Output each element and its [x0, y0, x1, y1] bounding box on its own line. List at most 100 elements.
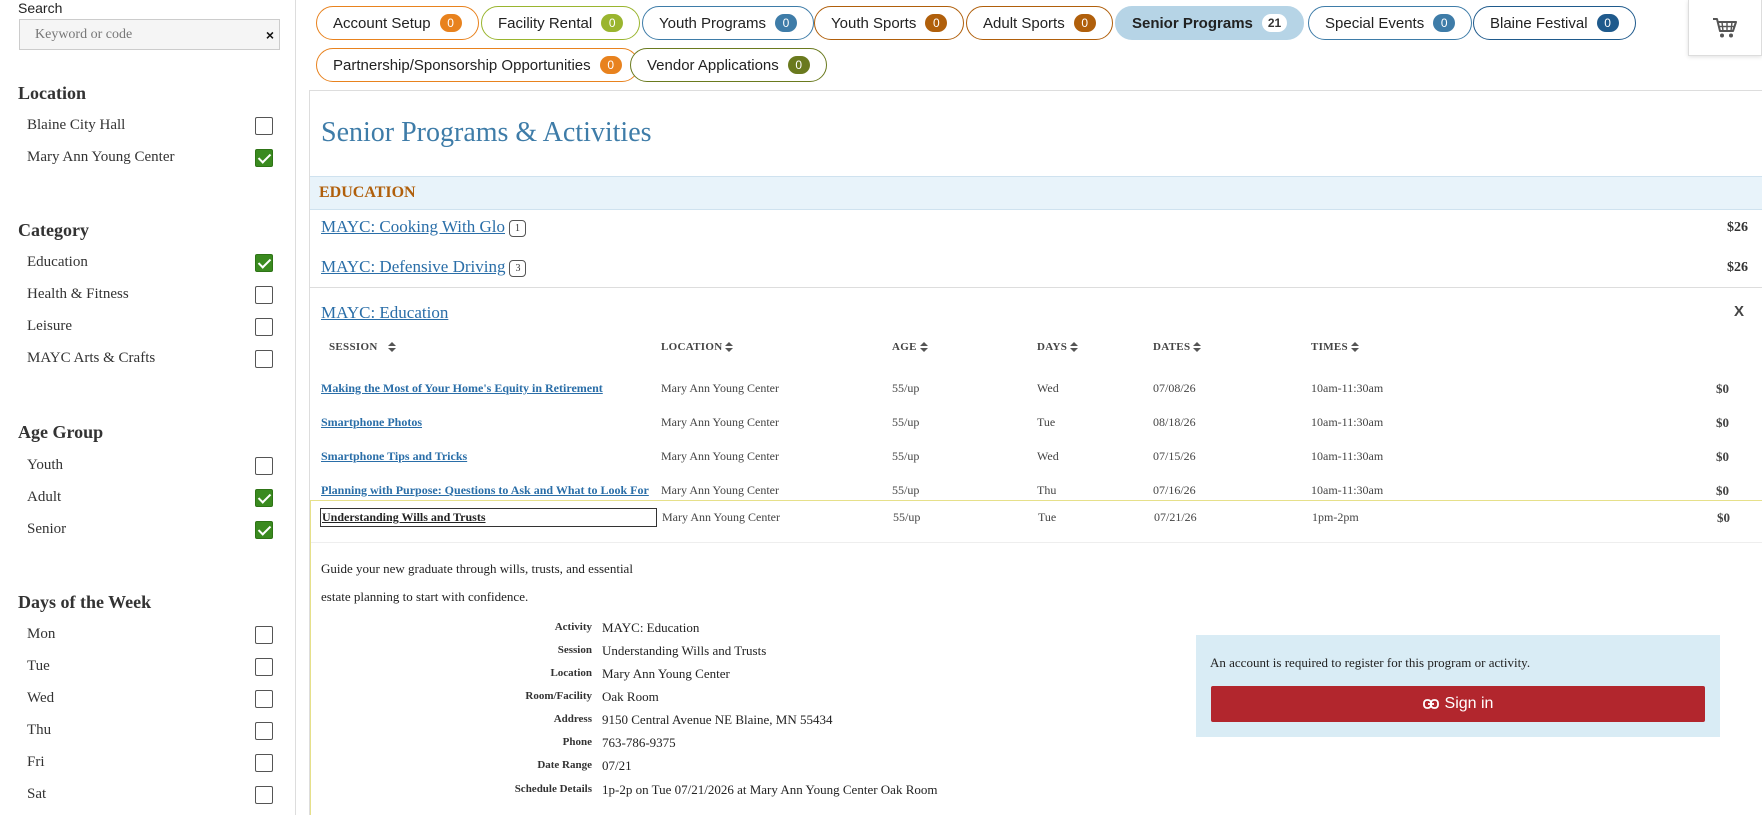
checkbox[interactable] [255, 658, 273, 676]
filter-label: Sat [27, 786, 47, 802]
filter-day-tue[interactable]: Tue [27, 656, 273, 678]
filter-day-wed[interactable]: Wed [27, 688, 273, 710]
tab-label: Blaine Festival [1490, 14, 1588, 32]
filter-title-age-group: Age Group [18, 422, 104, 442]
tab-count-badge: 21 [1261, 14, 1288, 32]
checkbox[interactable] [255, 626, 273, 644]
checkbox[interactable] [255, 286, 273, 304]
session-location: Mary Ann Young Center [661, 381, 780, 395]
detail-location: Location Mary Ann Young Center [311, 666, 1011, 686]
activity-link-education[interactable]: MAYC: Education [321, 303, 448, 323]
tab-count-badge: 0 [1073, 14, 1096, 32]
table-row: Smartphone Tips and Tricks Mary Ann Youn… [310, 441, 1762, 471]
column-header-dates[interactable]: DATES [1153, 341, 1202, 353]
filter-category-education[interactable]: Education [27, 252, 273, 274]
cart-button[interactable] [1688, 0, 1762, 56]
tab-partnership-sponsorship[interactable]: Partnership/Sponsorship Opportunities 0 [316, 48, 639, 82]
filter-day-thu[interactable]: Thu [27, 720, 273, 742]
tab-label: Partnership/Sponsorship Opportunities [333, 56, 591, 74]
session-count-badge: 3 [509, 259, 527, 277]
checkbox[interactable] [255, 457, 273, 475]
column-header-location[interactable]: LOCATION [661, 341, 734, 353]
activity-link-cooking-with-glo[interactable]: MAYC: Cooking With Glo 1 [321, 217, 526, 237]
column-header-label: AGE [892, 341, 917, 353]
detail-key: Activity [554, 621, 592, 633]
activity-name: MAYC: Defensive Driving [321, 257, 506, 276]
detail-value: 1p-2p on Tue 07/21/2026 at Mary Ann Youn… [602, 782, 938, 797]
filter-title-location: Location [18, 83, 87, 103]
filter-category-mayc-arts-crafts[interactable]: MAYC Arts & Crafts [27, 348, 273, 370]
filter-location-mary-ann-young-center[interactable]: Mary Ann Young Center [27, 147, 273, 169]
filter-category-health-fitness[interactable]: Health & Fitness [27, 284, 273, 306]
column-header-label: DATES [1153, 341, 1191, 353]
tab-adult-sports[interactable]: Adult Sports 0 [966, 6, 1113, 40]
collapse-activity-button[interactable]: X [1734, 303, 1744, 320]
column-header-label: SESSION [329, 341, 378, 353]
session-link[interactable]: Smartphone Tips and Tricks [321, 449, 654, 464]
filter-label: Adult [27, 489, 62, 505]
session-link[interactable]: Planning with Purpose: Questions to Ask … [321, 483, 654, 498]
tab-vendor-applications[interactable]: Vendor Applications 0 [630, 48, 827, 82]
sign-in-button[interactable]: Sign in [1211, 686, 1705, 722]
checkbox[interactable] [255, 786, 273, 804]
tab-count-badge: 0 [925, 14, 948, 32]
session-link[interactable]: Smartphone Photos [321, 415, 654, 430]
session-link[interactable]: Making the Most of Your Home's Equity in… [321, 381, 654, 396]
tab-special-events[interactable]: Special Events 0 [1308, 6, 1473, 40]
checkbox[interactable] [255, 489, 273, 507]
checkbox[interactable] [255, 754, 273, 772]
activity-link-defensive-driving[interactable]: MAYC: Defensive Driving 3 [321, 257, 527, 277]
checkbox[interactable] [255, 254, 273, 272]
session-location: Mary Ann Young Center [661, 483, 780, 497]
session-price: $0 [1717, 510, 1730, 525]
page-title: Senior Programs & Activities [321, 117, 652, 148]
tab-youth-sports[interactable]: Youth Sports 0 [814, 6, 965, 40]
filter-age-senior[interactable]: Senior [27, 519, 273, 541]
column-header-days[interactable]: DAYS [1037, 341, 1079, 353]
tab-facility-rental[interactable]: Facility Rental 0 [481, 6, 641, 40]
column-header-session[interactable]: SESSION [329, 341, 396, 353]
checkbox[interactable] [255, 117, 273, 135]
clear-search-icon[interactable]: × [266, 27, 274, 43]
search-box: × [19, 19, 280, 50]
shopping-cart-icon [1713, 17, 1737, 37]
tab-blaine-festival[interactable]: Blaine Festival 0 [1473, 6, 1636, 40]
filter-location-blaine-city-hall[interactable]: Blaine City Hall [27, 115, 273, 137]
sort-icon [1350, 341, 1359, 353]
detail-value: Understanding Wills and Trusts [602, 643, 767, 658]
filter-day-mon[interactable]: Mon [27, 624, 273, 646]
session-dates: 07/08/26 [1153, 381, 1196, 395]
filter-day-sat[interactable]: Sat [27, 784, 273, 806]
session-age: 55/up [892, 381, 920, 395]
filter-category-leisure[interactable]: Leisure [27, 316, 273, 338]
checkbox[interactable] [255, 690, 273, 708]
tab-senior-programs[interactable]: Senior Programs 21 [1115, 6, 1305, 40]
search-input[interactable] [20, 20, 245, 49]
session-days: Wed [1037, 381, 1059, 395]
checkbox[interactable] [255, 521, 273, 539]
detail-key: Phone [562, 736, 592, 748]
activity-price: $26 [1727, 260, 1748, 275]
detail-phone: Phone 763-786-9375 [311, 735, 1011, 755]
column-header-age[interactable]: AGE [892, 341, 928, 353]
filter-age-adult[interactable]: Adult [27, 487, 273, 509]
tab-label: Special Events [1325, 14, 1425, 32]
tab-label: Senior Programs [1132, 14, 1253, 32]
session-location: Mary Ann Young Center [662, 510, 781, 524]
checkbox[interactable] [255, 149, 273, 167]
checkbox[interactable] [255, 350, 273, 368]
sort-icon [919, 341, 928, 353]
checkbox[interactable] [255, 722, 273, 740]
filter-day-fri[interactable]: Fri [27, 752, 273, 774]
filter-label: Wed [27, 690, 55, 706]
checkbox[interactable] [255, 318, 273, 336]
filter-age-youth[interactable]: Youth [27, 455, 273, 477]
tab-youth-programs[interactable]: Youth Programs 0 [642, 6, 815, 40]
column-header-times[interactable]: TIMES [1311, 341, 1359, 353]
detail-value: Mary Ann Young Center [602, 666, 730, 681]
session-link[interactable]: Understanding Wills and Trusts [320, 508, 657, 527]
session-price: $0 [1716, 415, 1729, 430]
tab-count-badge: 0 [1596, 14, 1619, 32]
session-location: Mary Ann Young Center [661, 415, 780, 429]
tab-account-setup[interactable]: Account Setup 0 [316, 6, 479, 40]
